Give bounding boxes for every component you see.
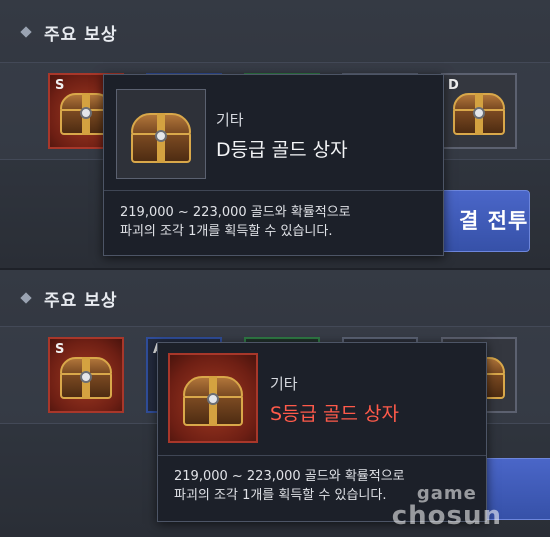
item-name: S등급 골드 상자: [270, 403, 400, 425]
tooltip-item-icon: [116, 89, 206, 179]
reward-panel-bottom: 주요 보상 S A 기타: [0, 268, 550, 537]
tooltip-divider: [158, 455, 486, 456]
item-description-line2: 파괴의 조각 1개를 획득할 수 있습니다.: [174, 488, 387, 503]
item-description-line1: 219,000 ~ 223,000 골드와 확률적으로: [120, 205, 351, 220]
grade-label: S: [55, 342, 65, 357]
treasure-chest-icon: [453, 92, 505, 135]
grade-label: S: [55, 78, 65, 93]
battle-button-label: 결 전투: [459, 209, 529, 233]
reward-slot-s[interactable]: S: [48, 337, 124, 413]
item-name: D등급 골드 상자: [216, 139, 348, 161]
section-title: 주요 보상: [44, 24, 118, 45]
reward-slot-d[interactable]: D: [441, 73, 517, 149]
watermark: game chosun: [391, 485, 502, 531]
item-description-line1: 219,000 ~ 223,000 골드와 확률적으로: [174, 469, 405, 484]
section-header: 주요 보상: [20, 20, 118, 45]
grade-label: D: [448, 78, 459, 93]
item-category: 기타: [216, 111, 244, 129]
item-tooltip: 기타 D등급 골드 상자 219,000 ~ 223,000 골드와 확률적으로…: [103, 74, 444, 256]
reward-panel-top: 주요 보상 S D 결 전투 기타 D등급 골드 상자 219,000 ~ 22…: [0, 0, 550, 268]
item-category: 기타: [270, 375, 298, 393]
item-description-line2: 파괴의 조각 1개를 획득할 수 있습니다.: [120, 224, 333, 239]
section-title: 주요 보상: [44, 290, 118, 311]
treasure-chest-icon: [131, 112, 191, 163]
treasure-chest-icon: [60, 356, 112, 399]
treasure-chest-icon: [183, 376, 243, 427]
watermark-line2: chosun: [391, 501, 502, 531]
tooltip-divider: [104, 190, 443, 191]
section-header: 주요 보상: [20, 286, 118, 311]
tooltip-item-icon: [168, 353, 258, 443]
diamond-bullet-icon: [20, 292, 32, 304]
diamond-bullet-icon: [20, 26, 32, 38]
